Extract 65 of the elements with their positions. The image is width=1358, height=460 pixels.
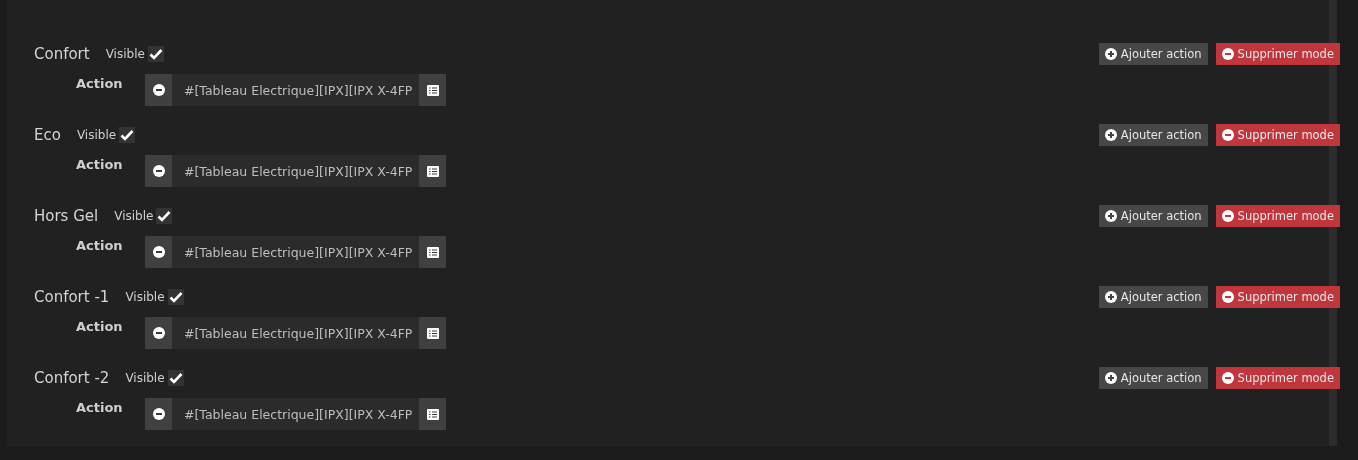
action-field[interactable]: #[Tableau Electrique][IPX][IPX X-4FP <box>172 317 419 349</box>
add-action-button[interactable]: Ajouter action <box>1098 367 1208 389</box>
list-icon <box>426 408 439 420</box>
visible-checkbox[interactable] <box>167 370 184 386</box>
remove-action-button[interactable] <box>145 398 172 430</box>
list-button[interactable] <box>419 236 446 268</box>
list-icon <box>426 165 439 177</box>
action-field[interactable]: #[Tableau Electrique][IPX][IPX X-4FP <box>172 236 419 268</box>
action-label: Action <box>76 156 124 172</box>
delete-mode-button[interactable]: Supprimer mode <box>1215 43 1340 65</box>
mode-name: Confort <box>34 45 90 63</box>
list-button[interactable] <box>419 74 446 106</box>
action-field[interactable]: #[Tableau Electrique][IPX][IPX X-4FP <box>172 155 419 187</box>
visible-checkbox[interactable] <box>119 127 136 143</box>
action-label: Action <box>76 237 124 253</box>
delete-mode-button[interactable]: Supprimer mode <box>1215 124 1340 146</box>
action-field[interactable]: #[Tableau Electrique][IPX][IPX X-4FP <box>172 74 419 106</box>
remove-action-button[interactable] <box>145 236 172 268</box>
mode-name: Confort -2 <box>34 369 110 387</box>
minus-circle-icon <box>1221 291 1234 303</box>
remove-action-button[interactable] <box>145 317 172 349</box>
mode-name: Eco <box>34 126 61 144</box>
visible-checkbox[interactable] <box>156 208 173 224</box>
minus-circle-icon <box>152 408 165 420</box>
minus-circle-icon <box>152 165 165 177</box>
remove-action-button[interactable] <box>145 74 172 106</box>
visible-checkbox[interactable] <box>147 46 164 62</box>
list-button[interactable] <box>419 155 446 187</box>
mode-name: Hors Gel <box>34 207 99 225</box>
delete-mode-button[interactable]: Supprimer mode <box>1215 367 1340 389</box>
plus-circle-icon <box>1104 129 1117 141</box>
delete-mode-button[interactable]: Supprimer mode <box>1215 286 1340 308</box>
plus-circle-icon <box>1104 291 1117 303</box>
plus-circle-icon <box>1104 210 1117 222</box>
minus-circle-icon <box>1221 48 1234 60</box>
action-label: Action <box>76 318 124 334</box>
list-icon <box>426 84 439 96</box>
minus-circle-icon <box>152 327 165 339</box>
action-label: Action <box>76 399 124 415</box>
add-action-button[interactable]: Ajouter action <box>1098 43 1208 65</box>
minus-circle-icon <box>152 84 165 96</box>
action-label: Action <box>76 75 124 91</box>
visible-label: Visible <box>76 128 117 142</box>
minus-circle-icon <box>1221 372 1234 384</box>
list-button[interactable] <box>419 317 446 349</box>
plus-circle-icon <box>1104 372 1117 384</box>
visible-checkbox[interactable] <box>167 289 184 305</box>
minus-circle-icon <box>1221 210 1234 222</box>
plus-circle-icon <box>1104 48 1117 60</box>
list-icon <box>426 246 439 258</box>
visible-label: Visible <box>114 209 154 223</box>
add-action-button[interactable]: Ajouter action <box>1098 286 1208 308</box>
add-action-button[interactable]: Ajouter action <box>1098 205 1208 227</box>
visible-label: Visible <box>105 47 145 61</box>
minus-circle-icon <box>152 246 165 258</box>
add-action-button[interactable]: Ajouter action <box>1098 124 1208 146</box>
list-button[interactable] <box>419 398 446 430</box>
delete-mode-button[interactable]: Supprimer mode <box>1215 205 1340 227</box>
list-icon <box>426 327 439 339</box>
mode-name: Confort -1 <box>34 288 110 306</box>
visible-label: Visible <box>125 371 165 385</box>
visible-label: Visible <box>125 290 165 304</box>
remove-action-button[interactable] <box>145 155 172 187</box>
action-field[interactable]: #[Tableau Electrique][IPX][IPX X-4FP <box>172 398 419 430</box>
minus-circle-icon <box>1221 129 1234 141</box>
